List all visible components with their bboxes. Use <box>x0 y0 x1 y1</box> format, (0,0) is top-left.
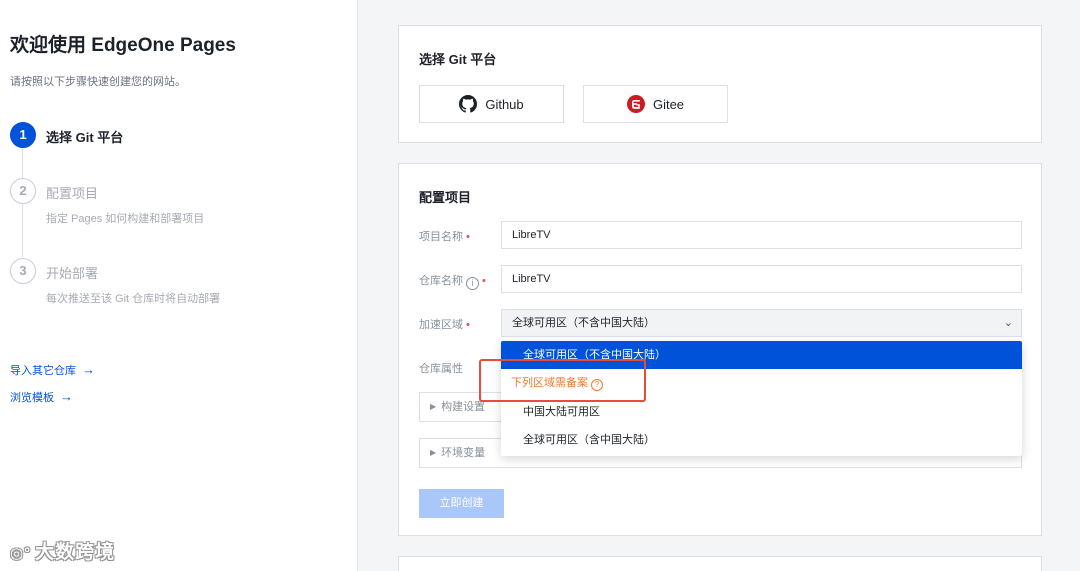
caret-right-icon: ▶ <box>430 448 437 457</box>
watermark: ◎° 大数跨境 <box>10 537 115 564</box>
page-subtitle: 请按照以下步骤快速创建您的网站。 <box>10 76 186 88</box>
git-platform-card: 选择 Git 平台 Github Gitee <box>398 25 1042 143</box>
step-title: 开始部署 <box>46 266 99 281</box>
project-name-input[interactable]: LibreTV <box>501 221 1022 249</box>
dropdown-option[interactable]: 中国大陆可用区 <box>501 398 1022 426</box>
step-number: 3 <box>10 258 36 284</box>
step-number: 1 <box>10 122 36 148</box>
github-label: Github <box>485 96 524 112</box>
gitee-button[interactable]: Gitee <box>583 85 728 123</box>
region-label: 加速区域 • <box>419 319 470 331</box>
info-icon[interactable]: i <box>466 277 479 290</box>
import-other-repo-link[interactable]: 导入其它仓库 → <box>10 362 95 378</box>
arrow-right-icon: → <box>60 389 73 404</box>
page-title: 欢迎使用 EdgeOne Pages <box>10 35 236 56</box>
github-icon <box>459 95 478 113</box>
watermark-logo-icon: ◎° <box>10 545 32 562</box>
required-mark: • <box>482 275 486 287</box>
collapse-label: 环境变量 <box>441 447 486 459</box>
region-select[interactable]: 全球可用区（不含中国大陆） ⌄ <box>501 309 1022 337</box>
next-card <box>398 556 1042 571</box>
dropdown-option[interactable]: 全球可用区（含中国大陆） <box>501 426 1022 454</box>
create-button[interactable]: 立即创建 <box>419 489 504 518</box>
required-mark: • <box>466 319 470 331</box>
repo-name-input[interactable]: LibreTV <box>501 265 1022 293</box>
gitee-label: Gitee <box>652 96 685 112</box>
caret-right-icon: ▶ <box>430 402 437 411</box>
card-title: 配置项目 <box>419 190 472 205</box>
github-button[interactable]: Github <box>419 85 564 123</box>
project-name-label: 项目名称 • <box>419 231 470 243</box>
link-label: 导入其它仓库 <box>10 365 76 377</box>
step-number: 2 <box>10 178 36 204</box>
step-description: 每次推送至该 Git 仓库时将自动部署 <box>46 293 221 305</box>
step-description: 指定 Pages 如何构建和部署项目 <box>46 213 205 225</box>
sidebar: 欢迎使用 EdgeOne Pages 请按照以下步骤快速创建您的网站。 1 选择… <box>0 0 358 571</box>
repo-name-label: 仓库名称 i • <box>419 275 486 290</box>
annotation-highlight-box <box>479 359 646 402</box>
browse-templates-link[interactable]: 浏览模板 → <box>10 389 73 405</box>
arrow-right-icon: → <box>82 362 95 377</box>
step-title: 选择 Git 平台 <box>46 130 124 145</box>
link-label: 浏览模板 <box>10 392 54 404</box>
required-mark: • <box>466 231 470 243</box>
watermark-text: 大数跨境 <box>35 542 116 563</box>
gitee-icon <box>626 95 645 113</box>
step-connector <box>22 204 23 257</box>
card-title: 选择 Git 平台 <box>419 52 497 67</box>
step-connector <box>22 149 23 179</box>
chevron-down-icon: ⌄ <box>1003 317 1013 329</box>
step-title: 配置项目 <box>46 186 99 201</box>
repo-attr-label: 仓库属性 <box>419 363 463 375</box>
collapse-label: 构建设置 <box>441 401 486 413</box>
region-select-value: 全球可用区（不含中国大陆） <box>512 317 655 329</box>
